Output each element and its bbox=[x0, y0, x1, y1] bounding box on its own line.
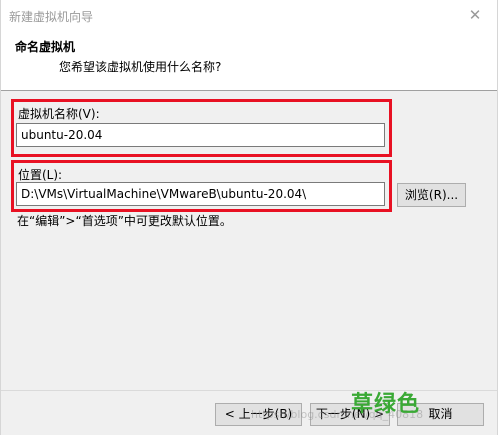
browse-button[interactable]: 浏览(R)... bbox=[397, 183, 466, 207]
footer-divider bbox=[1, 390, 497, 391]
vm-name-label: 虚拟机名称(V): bbox=[18, 107, 100, 121]
window-title: 新建虚拟机向导 bbox=[9, 10, 94, 24]
vm-name-input[interactable] bbox=[16, 123, 385, 147]
page-subtitle: 您希望该虚拟机使用什么名称? bbox=[59, 60, 222, 74]
location-input[interactable] bbox=[16, 182, 385, 206]
new-vm-wizard-window: 新建虚拟机向导 ✕ 命名虚拟机 您希望该虚拟机使用什么名称? 虚拟机名称(V):… bbox=[0, 0, 498, 435]
page-title: 命名虚拟机 bbox=[15, 40, 76, 54]
close-icon: ✕ bbox=[468, 6, 482, 24]
title-bar: 新建虚拟机向导 ✕ bbox=[1, 0, 497, 30]
location-label: 位置(L): bbox=[18, 168, 63, 182]
watermark-logo: 草绿色 bbox=[351, 392, 421, 417]
default-location-hint: 在“编辑”>“首选项”中可更改默认位置。 bbox=[17, 214, 232, 228]
wizard-header: 命名虚拟机 您希望该虚拟机使用什么名称? bbox=[1, 30, 497, 91]
close-button[interactable]: ✕ bbox=[453, 0, 497, 30]
